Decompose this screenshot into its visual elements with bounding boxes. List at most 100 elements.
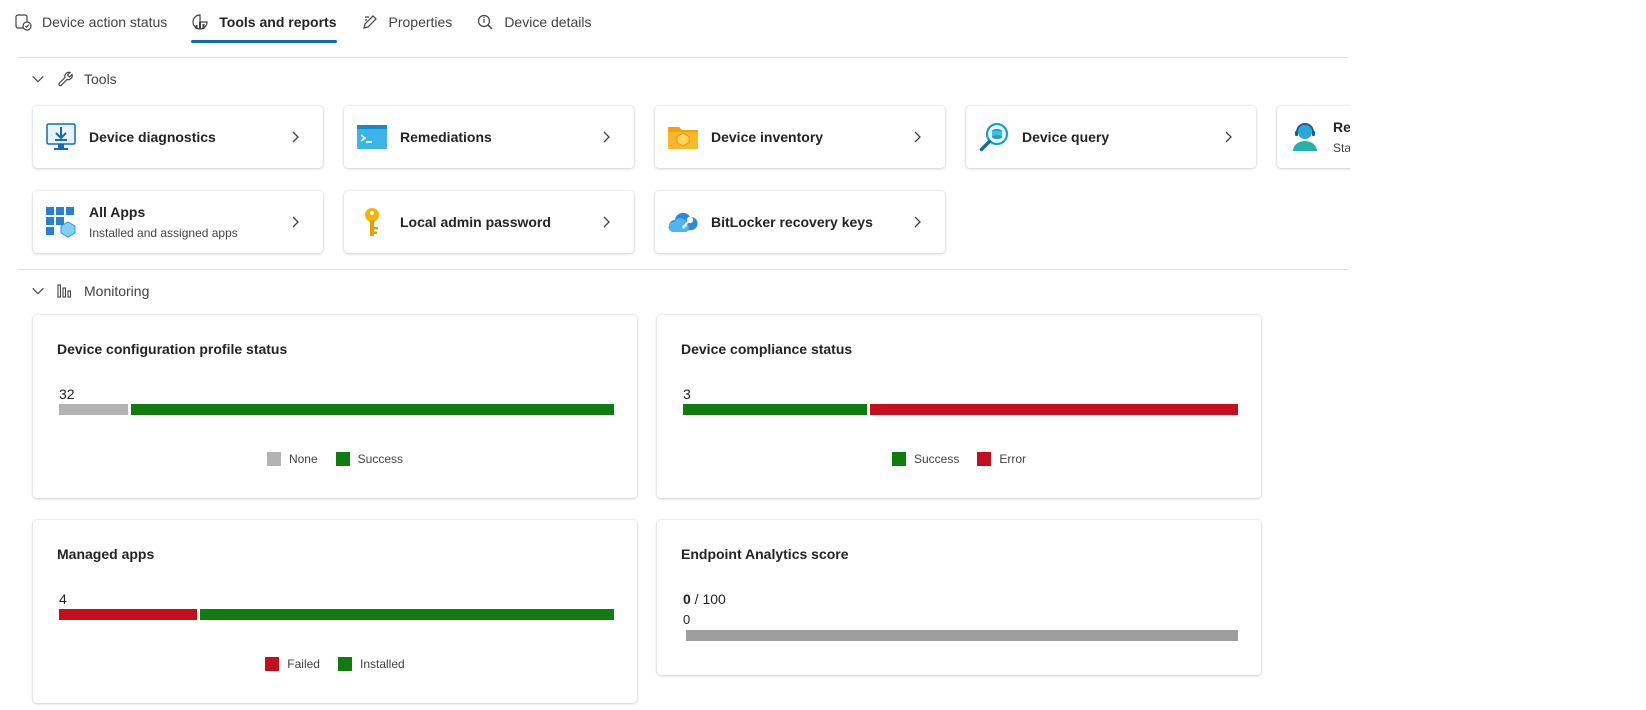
tool-title: Remediations (400, 129, 492, 145)
tab-label: Properties (388, 14, 453, 30)
chevron-right-icon (914, 216, 921, 228)
legend-item-installed[interactable]: Installed (337, 657, 405, 671)
legend: None Success (33, 452, 637, 466)
tool-title: BitLocker recovery keys (711, 214, 873, 230)
card-title: Managed apps (57, 546, 155, 562)
endpoint-analytics-card[interactable]: Endpoint Analytics score 0 / 100 0 (657, 520, 1261, 675)
legend-item-success[interactable]: Success (335, 452, 404, 466)
legend-swatch (266, 452, 281, 466)
tool-title: All Apps (89, 204, 146, 220)
tool-subtitle: Installed and assigned apps (89, 226, 238, 240)
divider (18, 57, 1348, 58)
divider (18, 269, 1348, 270)
tab-device-action-status[interactable]: Device action status (14, 0, 167, 44)
chevron-right-icon (292, 131, 299, 143)
chevron-down-icon (32, 287, 44, 295)
chart-icon (57, 284, 72, 298)
card-title: Device configuration profile status (57, 341, 288, 357)
card-title: Device compliance status (681, 341, 853, 357)
chevron-right-icon (603, 131, 610, 143)
section-label: Tools (84, 71, 117, 87)
legend-label: Success (913, 452, 960, 466)
inventory-icon (667, 121, 699, 153)
tab-label: Tools and reports (219, 14, 337, 30)
key-icon (356, 206, 388, 238)
legend-item-failed[interactable]: Failed (265, 657, 320, 671)
tool-title: Device query (1022, 129, 1110, 145)
bar-segment-failed[interactable] (59, 609, 197, 620)
tab-tools-and-reports[interactable]: Tools and reports (191, 0, 337, 44)
score-max: 100 (702, 591, 726, 607)
tool-subtitle: Start (1333, 141, 1350, 155)
legend-swatch (891, 452, 906, 466)
search-info-icon (478, 14, 493, 30)
legend-item-error[interactable]: Error (977, 452, 1026, 466)
status-bar (683, 404, 1238, 415)
tool-card-device-query[interactable]: Device query (966, 106, 1256, 168)
legend-item-none[interactable]: None (266, 452, 318, 466)
tool-card-device-diagnostics[interactable]: Device diagnostics (33, 106, 323, 168)
legend-swatch (265, 657, 280, 671)
report-icon (192, 14, 208, 30)
diagnostics-icon (45, 121, 77, 153)
score-value: 0 (683, 591, 691, 607)
tools-section-header[interactable]: Tools (30, 70, 117, 88)
chevron-right-icon (292, 216, 299, 228)
score-bar-value: 0 (683, 612, 691, 627)
bar-segment-success[interactable] (683, 404, 867, 415)
query-icon (978, 121, 1010, 153)
chevron-right-icon (603, 216, 610, 228)
legend-swatch (977, 452, 992, 466)
legend-label: Error (999, 452, 1027, 466)
legend: Failed Installed (33, 657, 637, 671)
bar-segment-none[interactable] (59, 404, 128, 415)
tool-card-bitlocker-recovery-keys[interactable]: BitLocker recovery keys (655, 191, 945, 253)
score-separator: / (690, 591, 703, 607)
legend-swatch (335, 452, 350, 466)
tab-bar: Device action status Tools and reports P… (14, 0, 615, 44)
tool-card-remote-help[interactable]: Ren Start (1277, 106, 1350, 168)
chevron-right-icon (1225, 131, 1232, 143)
tab-label: Device action status (42, 14, 168, 30)
tools-and-reports-page: Device action status Tools and reports P… (0, 0, 1350, 710)
bar-segment-installed[interactable] (200, 609, 614, 620)
compliance-status-card[interactable]: Device compliance status 3 Success Error (657, 315, 1261, 498)
tool-card-all-apps[interactable]: All Apps Installed and assigned apps (33, 191, 323, 253)
score-readout: 0 / 100 (683, 591, 726, 607)
bar-segment-error[interactable] (869, 404, 1238, 415)
tool-title: Ren (1333, 119, 1350, 135)
legend: Success Error (657, 452, 1261, 466)
tab-device-details[interactable]: Device details (476, 0, 591, 44)
total-count: 4 (59, 591, 67, 607)
tab-label: Device details (504, 14, 592, 30)
status-bar (59, 609, 614, 620)
tool-card-local-admin-password[interactable]: Local admin password (344, 191, 634, 253)
bar-segment-success[interactable] (131, 404, 614, 415)
config-profile-status-card[interactable]: Device configuration profile status 32 N… (33, 315, 637, 498)
score-bar (686, 630, 1238, 641)
wrench-icon (58, 71, 73, 87)
legend-label: Installed (359, 657, 405, 671)
tool-card-device-inventory[interactable]: Device inventory (655, 106, 945, 168)
edit-icon (362, 15, 377, 29)
score-bar-fill (686, 630, 1238, 641)
apps-grid-icon (45, 206, 77, 238)
tool-card-remediations[interactable]: Remediations (344, 106, 634, 168)
monitoring-section-header[interactable]: Monitoring (30, 282, 149, 300)
status-bar (59, 404, 614, 415)
device-check-icon (15, 14, 32, 31)
total-count: 32 (59, 386, 75, 402)
legend-item-success[interactable]: Success (891, 452, 960, 466)
card-title: Endpoint Analytics score (681, 546, 849, 562)
terminal-icon (356, 121, 388, 153)
section-label: Monitoring (84, 283, 150, 299)
legend-label: None (288, 452, 318, 466)
managed-apps-card[interactable]: Managed apps 4 Failed Installed (33, 520, 637, 703)
chevron-down-icon (32, 75, 44, 83)
legend-swatch (337, 657, 352, 671)
legend-label: Failed (287, 657, 320, 671)
chevron-right-icon (914, 131, 921, 143)
legend-label: Success (357, 452, 404, 466)
tool-title: Device diagnostics (89, 129, 216, 145)
tab-properties[interactable]: Properties (361, 0, 453, 44)
